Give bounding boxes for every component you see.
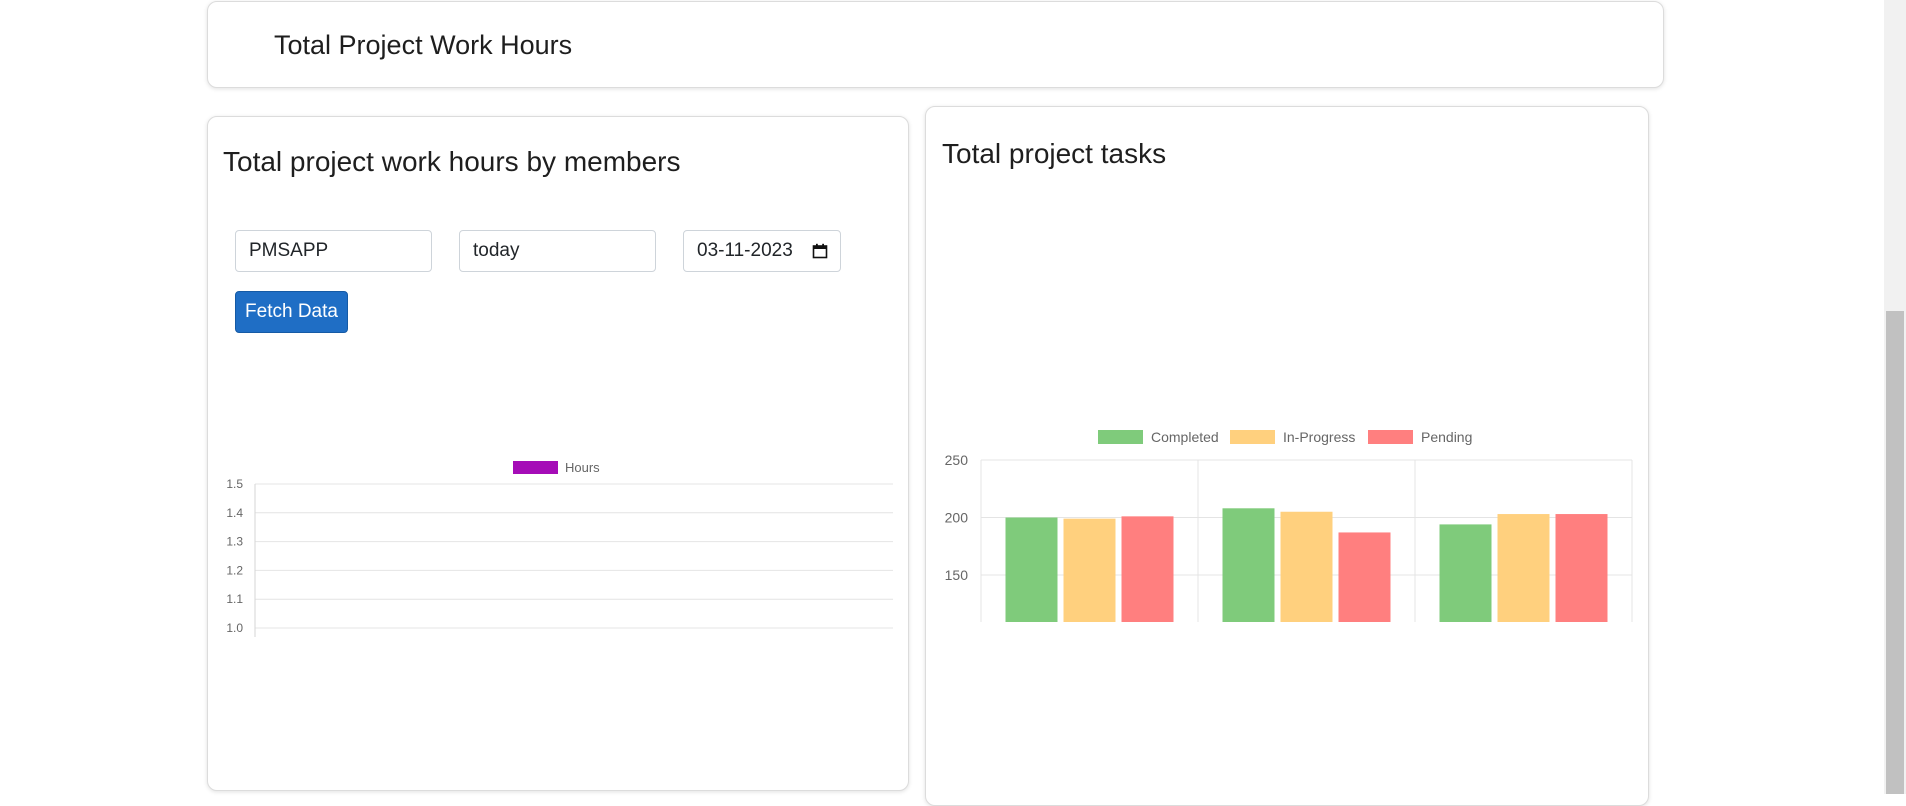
project-tasks-card: Total project tasks 2502001501005010PMSA… <box>925 106 1649 806</box>
tasks-legend-label: Pending <box>1421 429 1472 445</box>
fetch-data-button[interactable]: Fetch Data <box>235 291 348 333</box>
tasks-legend-swatch-1 <box>1230 430 1275 444</box>
hours-y-tick: 1.0 <box>226 621 243 635</box>
hours-legend-label: Hours <box>565 460 600 475</box>
hours-legend-swatch <box>513 461 558 474</box>
tasks-legend-label: In-Progress <box>1283 429 1355 445</box>
tasks-bar-completed <box>1005 517 1058 622</box>
tasks-chart: 2502001501005010PMSAPPInventoryOMTBCompl… <box>945 429 1633 622</box>
hours-y-tick: 1.2 <box>226 563 243 577</box>
tasks-card-title: Total project tasks <box>942 138 1167 169</box>
tasks-y-tick: 150 <box>945 567 969 583</box>
tasks-bar-pending <box>1555 514 1608 622</box>
tasks-legend-swatch-2 <box>1368 430 1413 444</box>
tasks-bar-pending <box>1338 532 1391 622</box>
hours-y-tick: 1.5 <box>226 477 243 491</box>
period-select[interactable]: today <box>459 230 656 272</box>
tasks-bar-completed <box>1439 524 1492 622</box>
hours-by-members-card: Total project work hours by members PMSA… <box>207 116 909 791</box>
calendar-icon[interactable] <box>812 243 828 259</box>
tasks-legend-label: Completed <box>1151 429 1219 445</box>
header-card: Total Project Work Hours <box>207 1 1664 88</box>
hours-y-tick: 1.4 <box>226 506 243 520</box>
hours-card-title: Total project work hours by members <box>223 146 681 177</box>
page-title: Total Project Work Hours <box>274 30 573 60</box>
scrollbar-thumb[interactable] <box>1886 311 1904 794</box>
tasks-bar-pending <box>1121 516 1174 622</box>
hours-y-tick: 1.3 <box>226 535 243 549</box>
tasks-bar-in-progress <box>1063 518 1116 622</box>
tasks-bar-in-progress <box>1280 511 1333 622</box>
tasks-bar-completed <box>1222 508 1275 622</box>
tasks-legend-swatch-0 <box>1098 430 1143 444</box>
project-select[interactable]: PMSAPP <box>235 230 432 272</box>
date-input[interactable]: 03-11-2023 <box>683 230 841 272</box>
tasks-y-tick: 200 <box>945 510 969 526</box>
tasks-bar-in-progress <box>1497 514 1550 622</box>
tasks-y-tick: 250 <box>945 452 969 468</box>
hours-chart: 1.51.41.31.21.11.00.90.80.70.60.5Hours <box>226 460 893 637</box>
date-value: 03-11-2023 <box>697 240 793 261</box>
hours-y-tick: 1.1 <box>226 592 243 606</box>
